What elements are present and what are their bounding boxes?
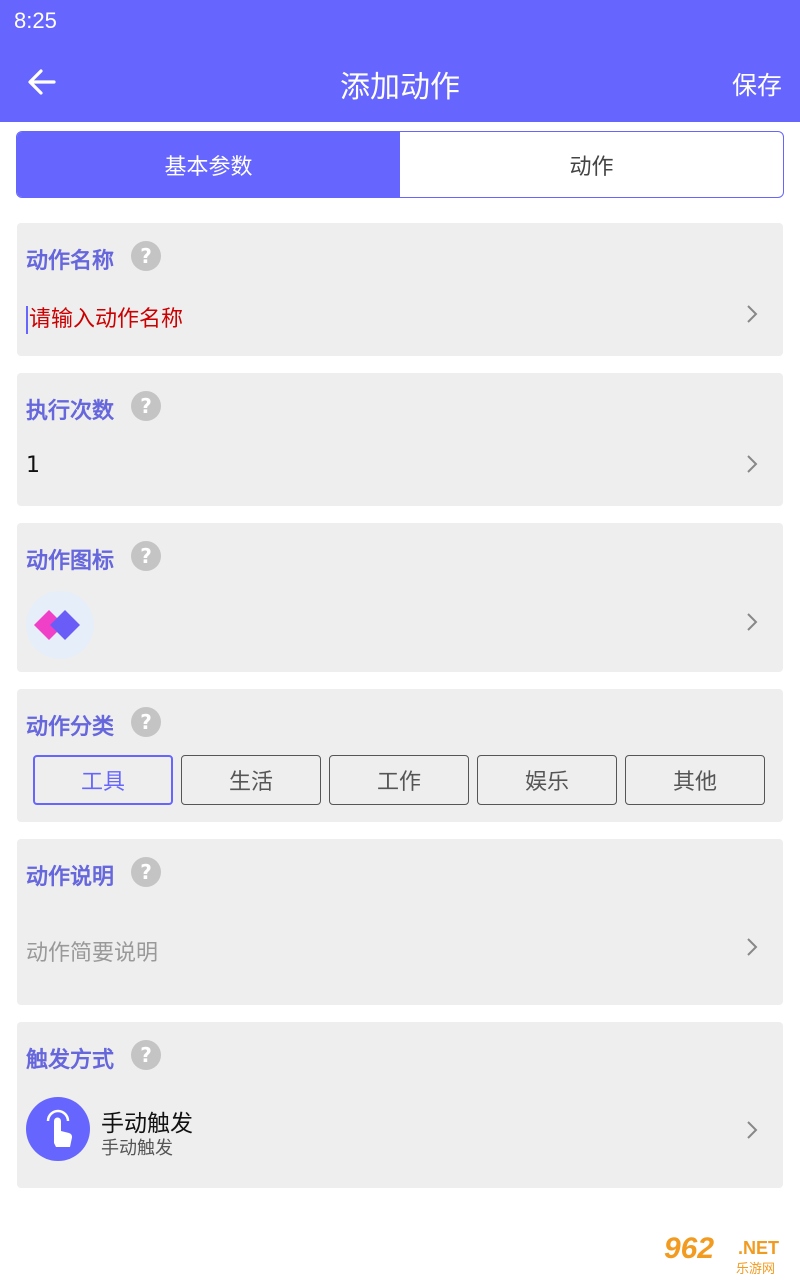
action-name-label: 动作名称 [26,249,115,274]
help-icon[interactable]: ? [131,241,161,271]
help-icon[interactable]: ? [131,857,161,887]
tab-basic-params[interactable]: 基本参数 [17,132,400,197]
chevron-right-icon [747,613,758,631]
watermark-brand: 962 [664,1232,715,1265]
site-watermark: 962 .NET 乐游网 [654,1232,794,1277]
category-option-other[interactable]: 其他 [625,755,765,805]
action-description-label: 动作说明 [26,865,115,890]
page-title: 添加动作 [340,70,460,105]
watermark-suffix: .NET [738,1238,780,1258]
help-icon[interactable]: ? [131,541,161,571]
help-icon[interactable]: ? [131,1040,161,1070]
watermark-cn: 乐游网 [736,1262,776,1277]
execution-count-label: 执行次数 [26,399,115,424]
action-category-label: 动作分类 [26,715,115,740]
action-icon-label: 动作图标 [26,549,115,574]
chevron-right-icon [747,938,758,956]
app-bar: 添加动作 保存 [0,42,800,122]
category-option-life[interactable]: 生活 [181,755,321,805]
chevron-right-icon [747,455,758,473]
action-name-placeholder: 请输入动作名称 [29,307,184,332]
category-option-work[interactable]: 工作 [329,755,469,805]
action-category-card: 动作分类 ? 工具 生活 工作 娱乐 其他 [17,689,783,822]
status-bar: 8:25 [0,0,800,42]
diamond-logo-icon [34,610,80,640]
chevron-right-icon [747,305,758,323]
status-time: 8:25 [14,8,57,33]
action-icon-card[interactable]: 动作图标 ? [17,523,783,672]
action-description-card[interactable]: 动作说明 ? 动作简要说明 [17,839,783,1005]
trigger-mode-subtitle: 手动触发 [101,1138,173,1159]
hand-tap-icon [26,1097,90,1161]
execution-count-card[interactable]: 执行次数 ? 1 [17,373,783,506]
text-cursor [26,306,28,334]
save-button[interactable]: 保存 [732,66,782,102]
execution-count-value[interactable]: 1 [26,453,40,478]
action-description-input[interactable]: 动作简要说明 [26,935,158,967]
chevron-right-icon [747,1121,758,1139]
tab-actions[interactable]: 动作 [400,132,783,197]
trigger-mode-card[interactable]: 触发方式 ? 手动触发 手动触发 [17,1022,783,1188]
action-name-input[interactable]: 请输入动作名称 [26,301,183,334]
trigger-mode-title: 手动触发 [101,1111,193,1137]
trigger-mode-label: 触发方式 [26,1048,115,1073]
help-icon[interactable]: ? [131,707,161,737]
action-app-icon[interactable] [26,591,94,659]
category-option-entertainment[interactable]: 娱乐 [477,755,617,805]
action-name-card[interactable]: 动作名称 ? 请输入动作名称 [17,223,783,356]
help-icon[interactable]: ? [131,391,161,421]
category-option-tools[interactable]: 工具 [33,755,173,805]
tab-bar: 基本参数 动作 [16,131,784,198]
category-options: 工具 生活 工作 娱乐 其他 [33,755,765,805]
